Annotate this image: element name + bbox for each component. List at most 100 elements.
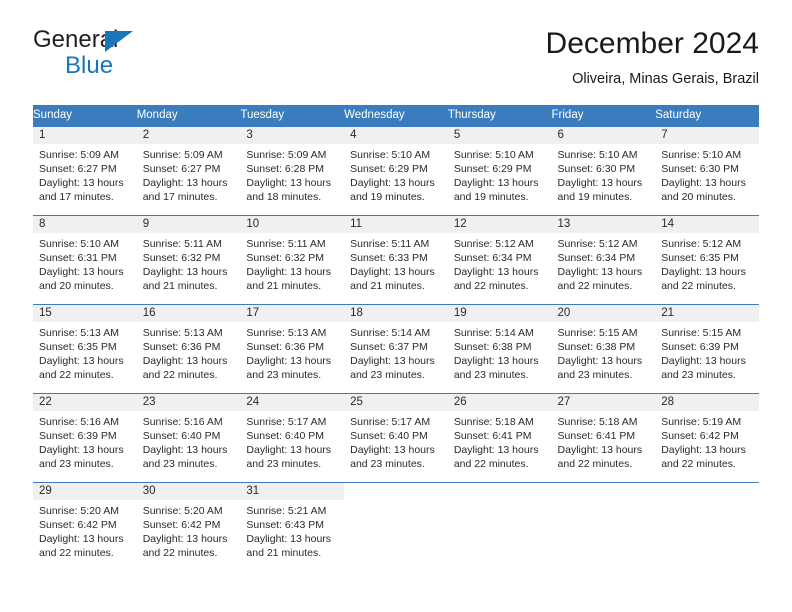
day-cell[interactable]: 21 Sunrise: 5:15 AM Sunset: 6:39 PM Dayl… (655, 303, 759, 393)
day-number: 16 (136, 304, 241, 322)
day-cell-empty (655, 481, 759, 571)
day-cell[interactable]: 18 Sunrise: 5:14 AM Sunset: 6:37 PM Dayl… (344, 303, 448, 393)
daylight-text-line2: and 20 minutes. (661, 191, 736, 204)
daylight-text-line2: and 21 minutes. (142, 280, 218, 293)
daylight-text-line1: Daylight: 13 hours (39, 443, 124, 456)
calendar-week-row: 8 Sunrise: 5:10 AM Sunset: 6:31 PM Dayli… (33, 214, 759, 304)
day-cell[interactable]: 29 Sunrise: 5:20 AM Sunset: 6:42 PM Dayl… (33, 481, 137, 571)
day-cell[interactable]: 6 Sunrise: 5:10 AM Sunset: 6:30 PM Dayli… (551, 125, 656, 215)
daylight-text-line1: Daylight: 13 hours (557, 176, 643, 189)
day-cell[interactable]: 31 Sunrise: 5:21 AM Sunset: 6:43 PM Dayl… (240, 481, 345, 571)
sunrise-text: Sunrise: 5:13 AM (246, 326, 327, 339)
day-details: Sunrise: 5:11 AM Sunset: 6:33 PM Dayligh… (344, 233, 448, 294)
day-cell[interactable]: 14 Sunrise: 5:12 AM Sunset: 6:35 PM Dayl… (655, 214, 759, 304)
day-cell[interactable]: 20 Sunrise: 5:15 AM Sunset: 6:38 PM Dayl… (551, 303, 656, 393)
day-cell[interactable]: 2 Sunrise: 5:09 AM Sunset: 6:27 PM Dayli… (136, 125, 241, 215)
sunrise-text: Sunrise: 5:18 AM (453, 415, 534, 428)
daylight-text-line1: Daylight: 13 hours (39, 532, 124, 545)
day-cell[interactable]: 12 Sunrise: 5:12 AM Sunset: 6:34 PM Dayl… (447, 214, 552, 304)
day-number: 20 (551, 304, 656, 322)
day-cell[interactable]: 9 Sunrise: 5:11 AM Sunset: 6:32 PM Dayli… (136, 214, 241, 304)
day-details: Sunrise: 5:09 AM Sunset: 6:27 PM Dayligh… (137, 144, 241, 205)
daylight-text-line2: and 22 minutes. (39, 369, 114, 382)
day-cell[interactable]: 17 Sunrise: 5:13 AM Sunset: 6:36 PM Dayl… (240, 303, 345, 393)
day-cell[interactable]: 25 Sunrise: 5:17 AM Sunset: 6:40 PM Dayl… (344, 392, 448, 482)
day-details: Sunrise: 5:16 AM Sunset: 6:40 PM Dayligh… (137, 411, 241, 472)
day-cell[interactable]: 27 Sunrise: 5:18 AM Sunset: 6:41 PM Dayl… (551, 392, 656, 482)
daylight-text-line1: Daylight: 13 hours (350, 354, 435, 367)
day-details: Sunrise: 5:14 AM Sunset: 6:37 PM Dayligh… (344, 322, 448, 383)
day-cell[interactable]: 15 Sunrise: 5:13 AM Sunset: 6:35 PM Dayl… (33, 303, 137, 393)
daylight-text-line2: and 23 minutes. (39, 458, 114, 471)
day-number (344, 483, 448, 500)
sunset-text: Sunset: 6:40 PM (350, 429, 428, 442)
day-number: 1 (33, 126, 137, 144)
day-cell[interactable]: 3 Sunrise: 5:09 AM Sunset: 6:28 PM Dayli… (240, 125, 345, 215)
daylight-text-line2: and 23 minutes. (246, 458, 322, 471)
daylight-text-line1: Daylight: 13 hours (453, 265, 539, 278)
day-cell[interactable]: 13 Sunrise: 5:12 AM Sunset: 6:34 PM Dayl… (551, 214, 656, 304)
day-cell[interactable]: 7 Sunrise: 5:10 AM Sunset: 6:30 PM Dayli… (655, 125, 759, 215)
daylight-text-line1: Daylight: 13 hours (350, 265, 435, 278)
daylight-text-line2: and 22 minutes. (39, 547, 114, 560)
day-details: Sunrise: 5:15 AM Sunset: 6:39 PM Dayligh… (655, 322, 759, 383)
daylight-text-line2: and 22 minutes. (661, 280, 736, 293)
sunrise-text: Sunrise: 5:17 AM (246, 415, 327, 428)
logo-top-row: General (33, 26, 263, 54)
day-cell[interactable]: 10 Sunrise: 5:11 AM Sunset: 6:32 PM Dayl… (240, 214, 345, 304)
day-details: Sunrise: 5:17 AM Sunset: 6:40 PM Dayligh… (344, 411, 448, 472)
day-cell-empty (447, 481, 552, 571)
daylight-text-line1: Daylight: 13 hours (142, 176, 228, 189)
sunrise-text: Sunrise: 5:19 AM (661, 415, 742, 428)
day-number: 22 (33, 393, 137, 411)
day-cell[interactable]: 26 Sunrise: 5:18 AM Sunset: 6:41 PM Dayl… (447, 392, 552, 482)
sunrise-text: Sunrise: 5:14 AM (453, 326, 534, 339)
day-details: Sunrise: 5:10 AM Sunset: 6:29 PM Dayligh… (344, 144, 448, 205)
daylight-text-line2: and 23 minutes. (246, 369, 322, 382)
sunrise-text: Sunrise: 5:09 AM (39, 148, 119, 161)
sunrise-text: Sunrise: 5:12 AM (661, 237, 742, 250)
day-details: Sunrise: 5:09 AM Sunset: 6:27 PM Dayligh… (33, 144, 137, 205)
day-cell[interactable]: 22 Sunrise: 5:16 AM Sunset: 6:39 PM Dayl… (33, 392, 137, 482)
day-cell[interactable]: 11 Sunrise: 5:11 AM Sunset: 6:33 PM Dayl… (344, 214, 448, 304)
day-cell[interactable]: 28 Sunrise: 5:19 AM Sunset: 6:42 PM Dayl… (655, 392, 759, 482)
day-cell[interactable]: 5 Sunrise: 5:10 AM Sunset: 6:29 PM Dayli… (447, 125, 552, 215)
daylight-text-line1: Daylight: 13 hours (142, 443, 228, 456)
sunset-text: Sunset: 6:42 PM (39, 518, 117, 531)
daylight-text-line2: and 23 minutes. (350, 369, 425, 382)
day-details: Sunrise: 5:12 AM Sunset: 6:35 PM Dayligh… (655, 233, 759, 294)
weekday-header-sunday: Sunday (33, 105, 137, 126)
calendar-week-row: 1 Sunrise: 5:09 AM Sunset: 6:27 PM Dayli… (33, 125, 759, 215)
sunset-text: Sunset: 6:27 PM (142, 162, 221, 175)
day-details: Sunrise: 5:20 AM Sunset: 6:42 PM Dayligh… (33, 500, 137, 561)
day-cell[interactable]: 30 Sunrise: 5:20 AM Sunset: 6:42 PM Dayl… (136, 481, 241, 571)
logo-general-blue[interactable]: General Blue (33, 26, 263, 86)
day-cell[interactable]: 8 Sunrise: 5:10 AM Sunset: 6:31 PM Dayli… (33, 214, 137, 304)
page-title: December 2024 (545, 27, 759, 60)
daylight-text-line2: and 21 minutes. (350, 280, 425, 293)
sunrise-text: Sunrise: 5:12 AM (557, 237, 638, 250)
day-number: 28 (655, 393, 759, 411)
day-number: 2 (136, 126, 241, 144)
day-cell[interactable]: 1 Sunrise: 5:09 AM Sunset: 6:27 PM Dayli… (33, 125, 137, 215)
sunrise-text: Sunrise: 5:15 AM (557, 326, 638, 339)
sunrise-text: Sunrise: 5:10 AM (661, 148, 742, 161)
sunset-text: Sunset: 6:39 PM (661, 340, 739, 353)
sunset-text: Sunset: 6:32 PM (142, 251, 221, 264)
day-details: Sunrise: 5:20 AM Sunset: 6:42 PM Dayligh… (137, 500, 241, 561)
day-cell[interactable]: 4 Sunrise: 5:10 AM Sunset: 6:29 PM Dayli… (344, 125, 448, 215)
day-details: Sunrise: 5:10 AM Sunset: 6:31 PM Dayligh… (33, 233, 137, 294)
sunset-text: Sunset: 6:38 PM (453, 340, 532, 353)
sunset-text: Sunset: 6:30 PM (661, 162, 739, 175)
title-block: December 2024 Oliveira, Minas Gerais, Br… (546, 26, 759, 89)
day-cell[interactable]: 23 Sunrise: 5:16 AM Sunset: 6:40 PM Dayl… (136, 392, 241, 482)
daylight-text-line2: and 19 minutes. (350, 191, 425, 204)
day-cell[interactable]: 19 Sunrise: 5:14 AM Sunset: 6:38 PM Dayl… (447, 303, 552, 393)
day-cell[interactable]: 24 Sunrise: 5:17 AM Sunset: 6:40 PM Dayl… (240, 392, 345, 482)
daylight-text-line1: Daylight: 13 hours (661, 354, 746, 367)
daylight-text-line2: and 20 minutes. (39, 280, 114, 293)
calendar-header-row: Sunday Monday Tuesday Wednesday Thursday… (33, 105, 759, 126)
day-number (655, 483, 759, 500)
logo-triangle-icon (105, 31, 133, 52)
day-cell[interactable]: 16 Sunrise: 5:13 AM Sunset: 6:36 PM Dayl… (136, 303, 241, 393)
